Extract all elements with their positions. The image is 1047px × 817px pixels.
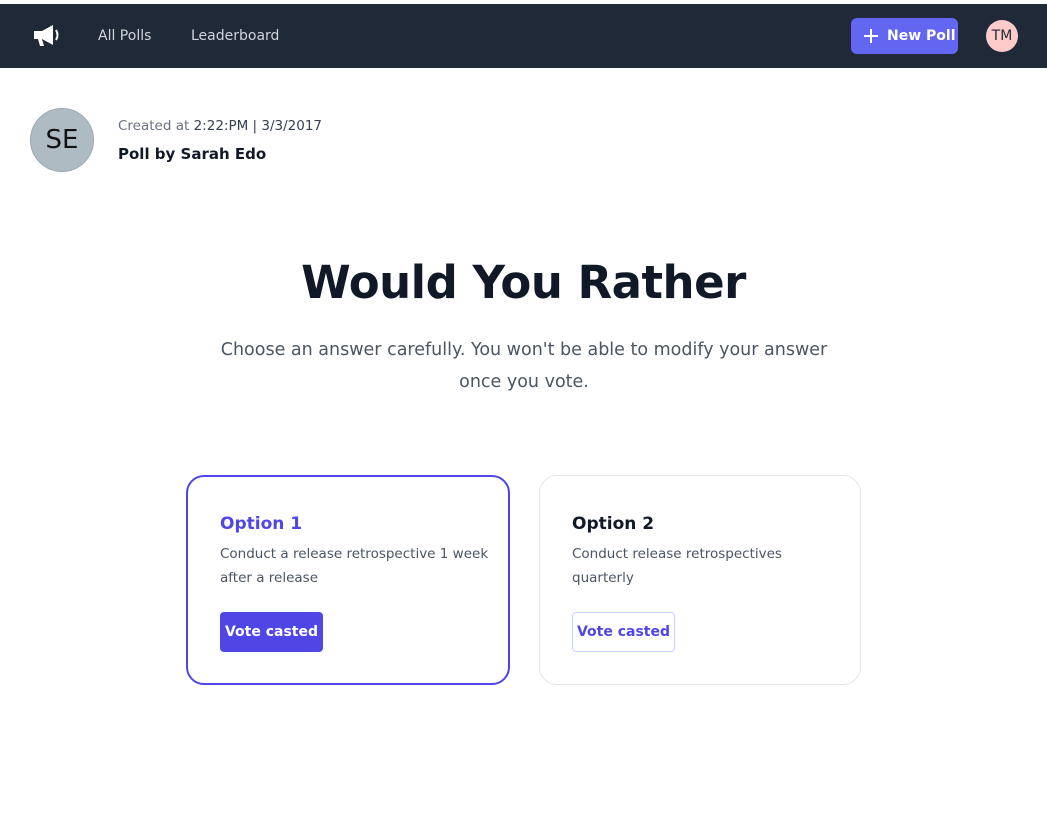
new-poll-label: New Poll [887, 28, 956, 44]
navbar: All Polls Leaderboard New Poll TM [0, 4, 1047, 68]
poll-author: Poll by Sarah Edo [118, 145, 267, 163]
megaphone-icon[interactable] [31, 23, 61, 49]
new-poll-button[interactable]: New Poll [851, 18, 958, 54]
option-title: Option 1 [220, 514, 303, 534]
option-description: Conduct a release retrospective 1 week a… [220, 546, 489, 586]
option-card-2[interactable]: Option 2 Conduct release retrospectives … [539, 475, 861, 685]
option-title: Option 2 [572, 514, 655, 534]
option-description: Conduct release retrospectives quarterly [572, 546, 782, 586]
nav-leaderboard[interactable]: Leaderboard [191, 26, 279, 46]
vote-button[interactable]: Vote casted [572, 612, 675, 652]
created-timestamp: 2:22:PM | 3/3/2017 [193, 118, 323, 134]
vote-button[interactable]: Vote casted [220, 612, 323, 652]
plus-icon [864, 29, 878, 43]
user-avatar[interactable]: TM [986, 20, 1018, 52]
author-avatar: SE [30, 108, 94, 172]
option-card-1[interactable]: Option 1 Conduct a release retrospective… [186, 475, 510, 685]
nav-all-polls[interactable]: All Polls [98, 26, 151, 46]
created-label: Created at [118, 118, 190, 134]
created-at: Created at 2:22:PM | 3/3/2017 [118, 118, 322, 134]
page-title: Would You Rather [301, 256, 746, 309]
page-subtitle: Choose an answer carefully. You won't be… [220, 340, 828, 392]
